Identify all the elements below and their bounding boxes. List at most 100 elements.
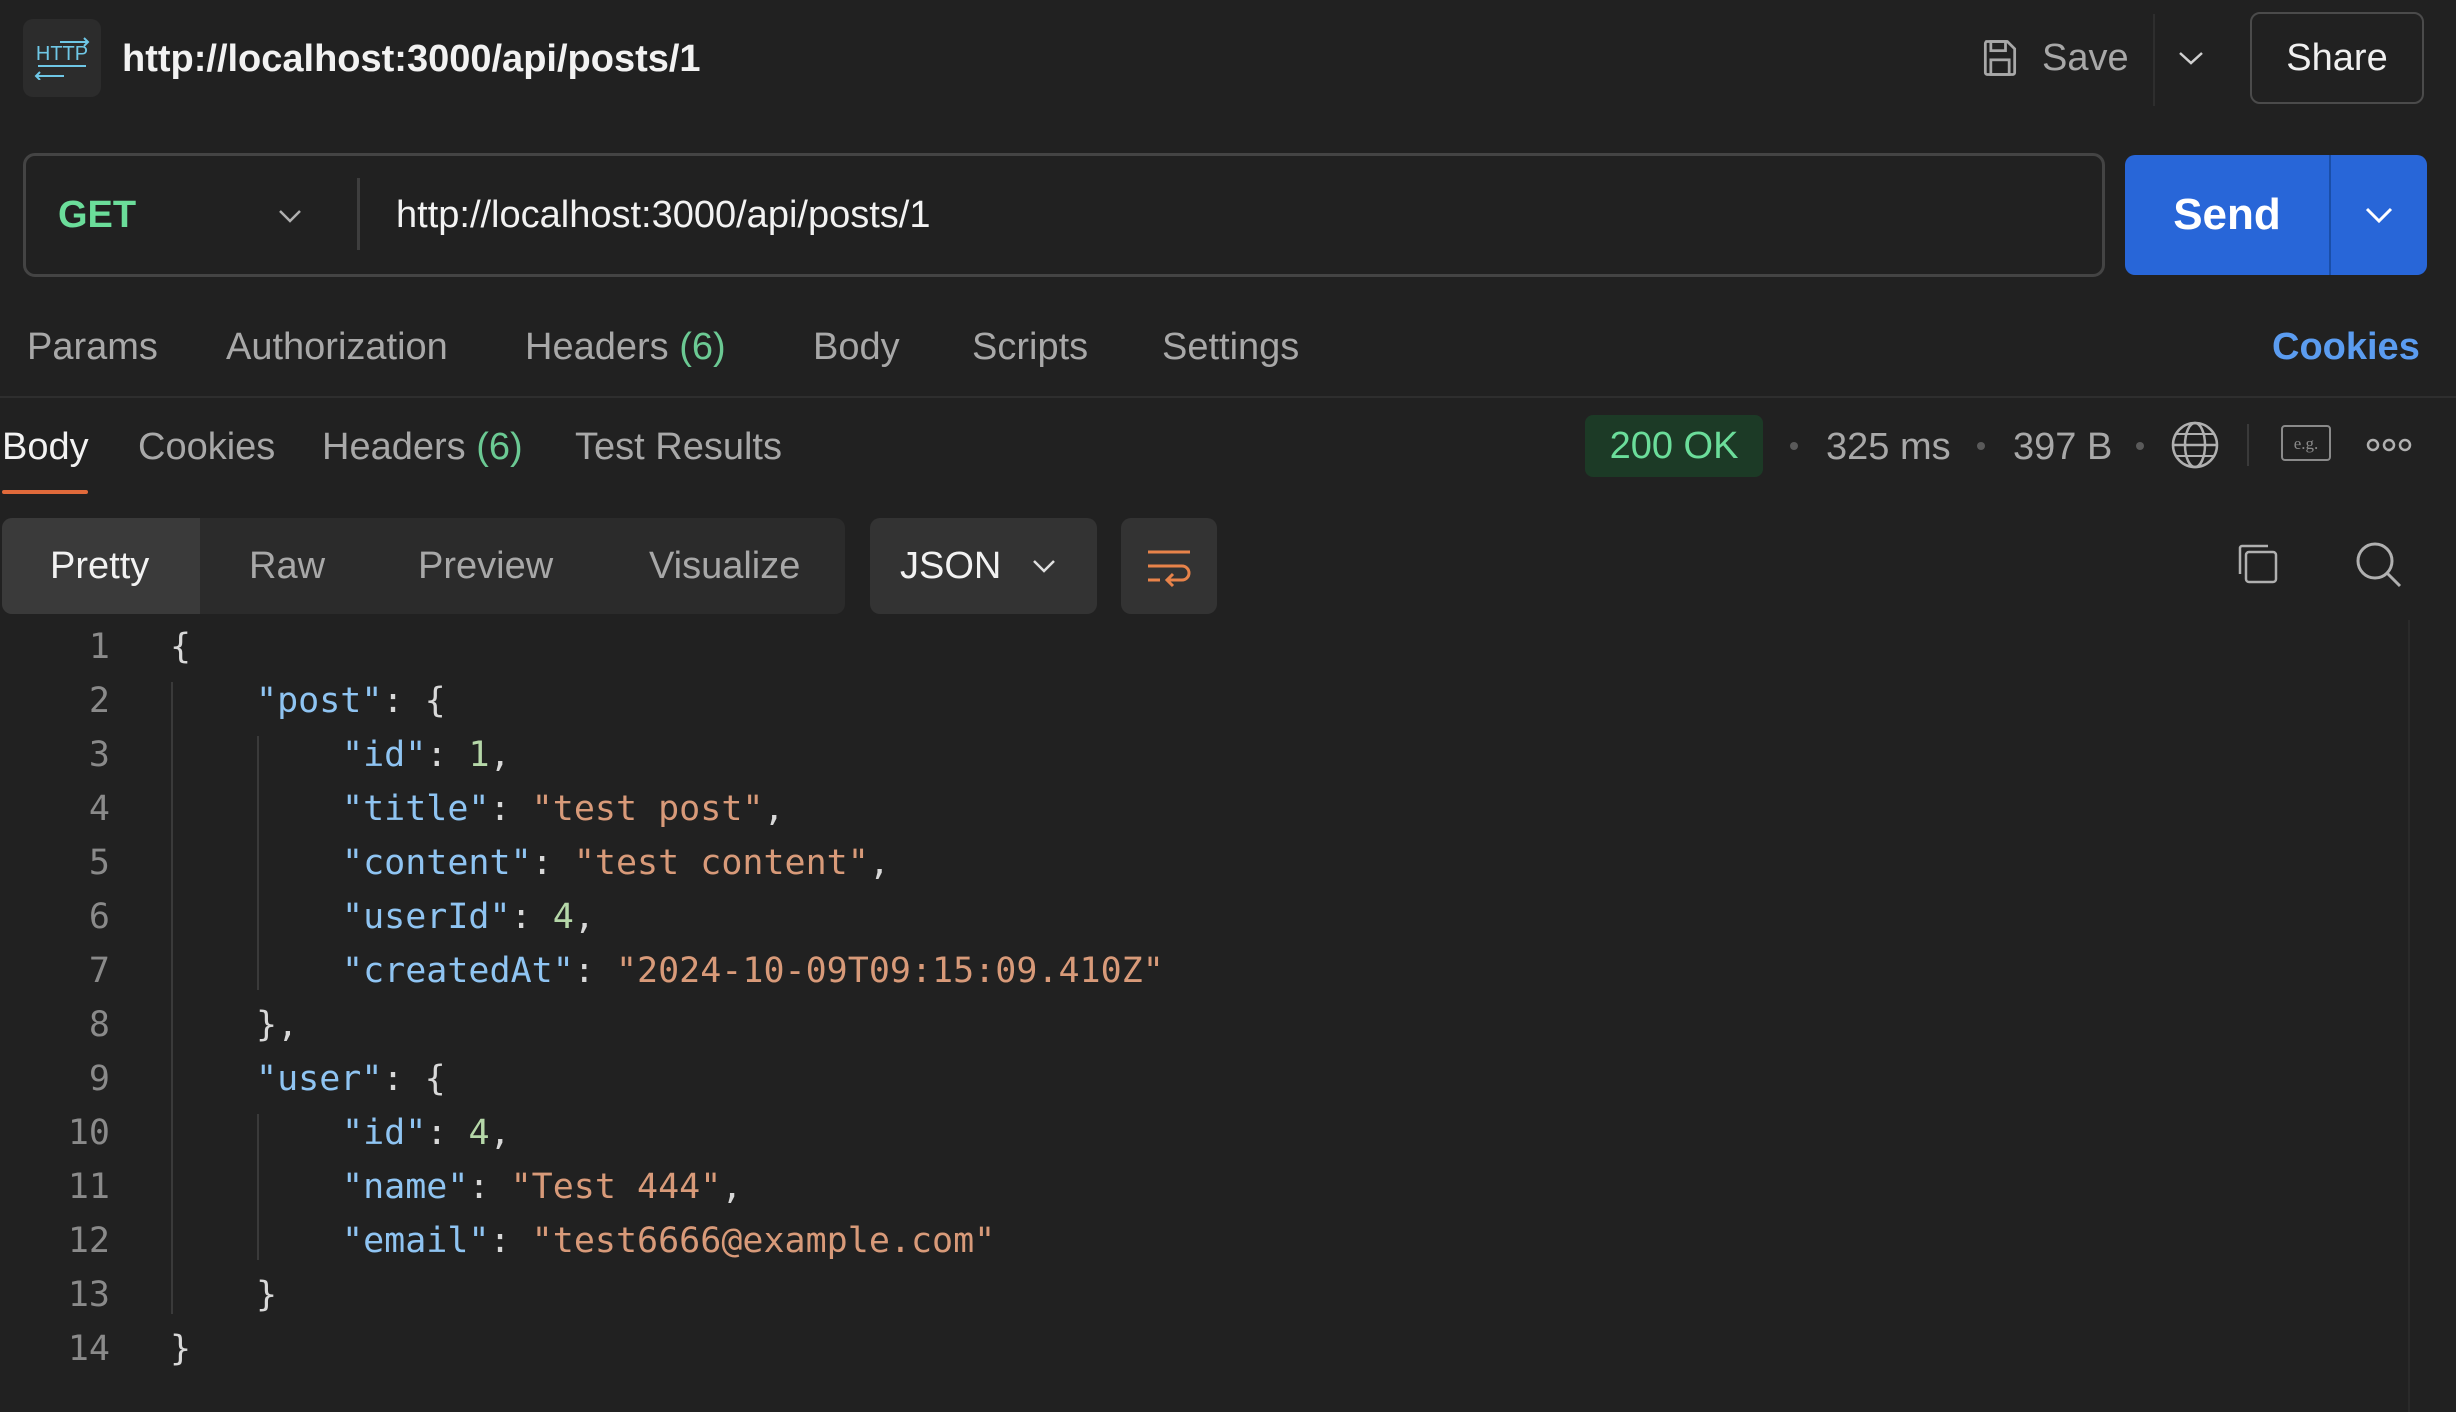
code-line: "createdAt": "2024-10-09T09:15:09.410Z": [342, 944, 1164, 998]
view-visualize[interactable]: Visualize: [649, 541, 800, 591]
code-line: "id": 4,: [342, 1106, 511, 1160]
line-number: 2: [88, 681, 110, 721]
save-button[interactable]: Save: [1978, 30, 2129, 86]
wrap-lines-button[interactable]: [1121, 518, 1217, 614]
code-token: :: [426, 735, 469, 775]
scrollbar[interactable]: [2408, 620, 2456, 1412]
save-label: Save: [2042, 36, 2129, 79]
tab-body[interactable]: Body: [813, 322, 900, 372]
code-token: 4: [552, 897, 574, 937]
indent-guide: [171, 682, 173, 1314]
indent-guide: [257, 1114, 259, 1260]
line-number: 12: [67, 1221, 110, 1261]
code-token: "title": [342, 789, 490, 829]
line-number: 6: [88, 897, 110, 937]
response-tab-headers[interactable]: Headers (6): [322, 422, 523, 472]
line-number: 14: [67, 1329, 110, 1369]
globe-icon[interactable]: [2170, 420, 2220, 470]
line-number: 9: [88, 1059, 110, 1099]
response-tab-test-results[interactable]: Test Results: [575, 422, 782, 472]
tab-label: Headers: [322, 426, 466, 468]
code-token: "createdAt": [342, 951, 574, 991]
code-line: },: [256, 998, 298, 1052]
tab-scripts[interactable]: Scripts: [972, 322, 1088, 372]
cookies-link[interactable]: Cookies: [2272, 322, 2420, 372]
search-icon[interactable]: [2352, 538, 2404, 590]
code-token: ,: [721, 1167, 743, 1207]
code-token: : {: [382, 1059, 446, 1099]
tab-params[interactable]: Params: [27, 322, 158, 372]
http-icon: HTTP: [23, 19, 101, 97]
code-token: "id": [342, 735, 427, 775]
code-token: :: [426, 1113, 469, 1153]
code-token: :: [468, 1167, 511, 1207]
code-token: }: [170, 1329, 192, 1369]
code-token: ,: [489, 735, 511, 775]
code-token: "content": [342, 843, 532, 883]
line-number: 4: [88, 789, 110, 829]
format-label: JSON: [900, 544, 1002, 587]
code-token: "userId": [342, 897, 511, 937]
save-icon: [1983, 40, 2017, 76]
divider: [0, 396, 2456, 398]
line-number: 3: [88, 735, 110, 775]
line-number: 7: [88, 951, 110, 991]
separator-dot: [1977, 442, 1985, 450]
response-time[interactable]: 325 ms: [1826, 422, 1951, 472]
response-body-viewer[interactable]: 1 {2 "post": { 3 "id": 1, 4 "title": "test pos…: [0, 620, 2408, 1412]
view-raw[interactable]: Raw: [249, 541, 325, 591]
response-size[interactable]: 397 B: [2013, 422, 2112, 472]
code-token: :: [573, 951, 616, 991]
format-select[interactable]: JSON: [870, 518, 1097, 614]
save-example-icon[interactable]: e.g.: [2280, 424, 2332, 464]
code-line: "id": 1,: [342, 728, 511, 782]
code-token: :: [510, 897, 553, 937]
tab-settings[interactable]: Settings: [1162, 322, 1299, 372]
save-options-button[interactable]: [2171, 38, 2211, 78]
separator-dot: [1790, 442, 1798, 450]
code-line: "userId": 4,: [342, 890, 595, 944]
send-options-button[interactable]: [2331, 155, 2427, 275]
code-token: "test6666@example.com": [531, 1221, 996, 1261]
svg-text:e.g.: e.g.: [2294, 434, 2319, 453]
code-token: 1: [468, 735, 490, 775]
divider: [2247, 424, 2249, 466]
method-select[interactable]: GET: [58, 190, 136, 240]
code-token: :: [489, 789, 532, 829]
share-button[interactable]: Share: [2250, 12, 2424, 104]
code-token: ,: [868, 843, 890, 883]
copy-icon[interactable]: [2232, 538, 2284, 590]
code-token: },: [256, 1005, 299, 1045]
send-button[interactable]: Send: [2125, 155, 2329, 275]
tab-headers[interactable]: Headers (6): [525, 322, 726, 372]
http-icon-glyph: HTTP: [34, 37, 90, 80]
chevron-down-icon: [1033, 560, 1055, 573]
code-line: "post": {: [256, 674, 446, 728]
code-line: "title": "test post",: [342, 782, 785, 836]
separator-dot: [2136, 442, 2144, 450]
active-tab-indicator: [2, 490, 88, 494]
headers-count: (6): [476, 426, 523, 468]
svg-text:HTTP: HTTP: [36, 43, 88, 65]
code-token: ,: [489, 1113, 511, 1153]
indent-guide: [257, 736, 259, 990]
code-token: {: [170, 627, 192, 667]
tab-authorization[interactable]: Authorization: [226, 322, 448, 372]
view-pretty[interactable]: Pretty: [50, 541, 149, 591]
code-token: "Test 444": [510, 1167, 722, 1207]
more-options-icon[interactable]: [2366, 434, 2412, 456]
divider: [2153, 14, 2155, 106]
code-token: "2024-10-09T09:15:09.410Z": [615, 951, 1164, 991]
code-token: "email": [342, 1221, 490, 1261]
headers-count: (6): [679, 326, 726, 368]
request-title[interactable]: http://localhost:3000/api/posts/1: [122, 34, 701, 84]
response-tab-body[interactable]: Body: [2, 422, 89, 472]
chevron-down-icon[interactable]: [270, 196, 310, 236]
response-tab-cookies[interactable]: Cookies: [138, 422, 275, 472]
status-badge[interactable]: 200 OK: [1585, 415, 1763, 477]
view-preview[interactable]: Preview: [418, 541, 553, 591]
divider: [357, 178, 360, 250]
tab-label: Headers: [525, 326, 669, 368]
code-token: :: [531, 843, 574, 883]
url-input[interactable]: http://localhost:3000/api/posts/1: [396, 190, 930, 240]
